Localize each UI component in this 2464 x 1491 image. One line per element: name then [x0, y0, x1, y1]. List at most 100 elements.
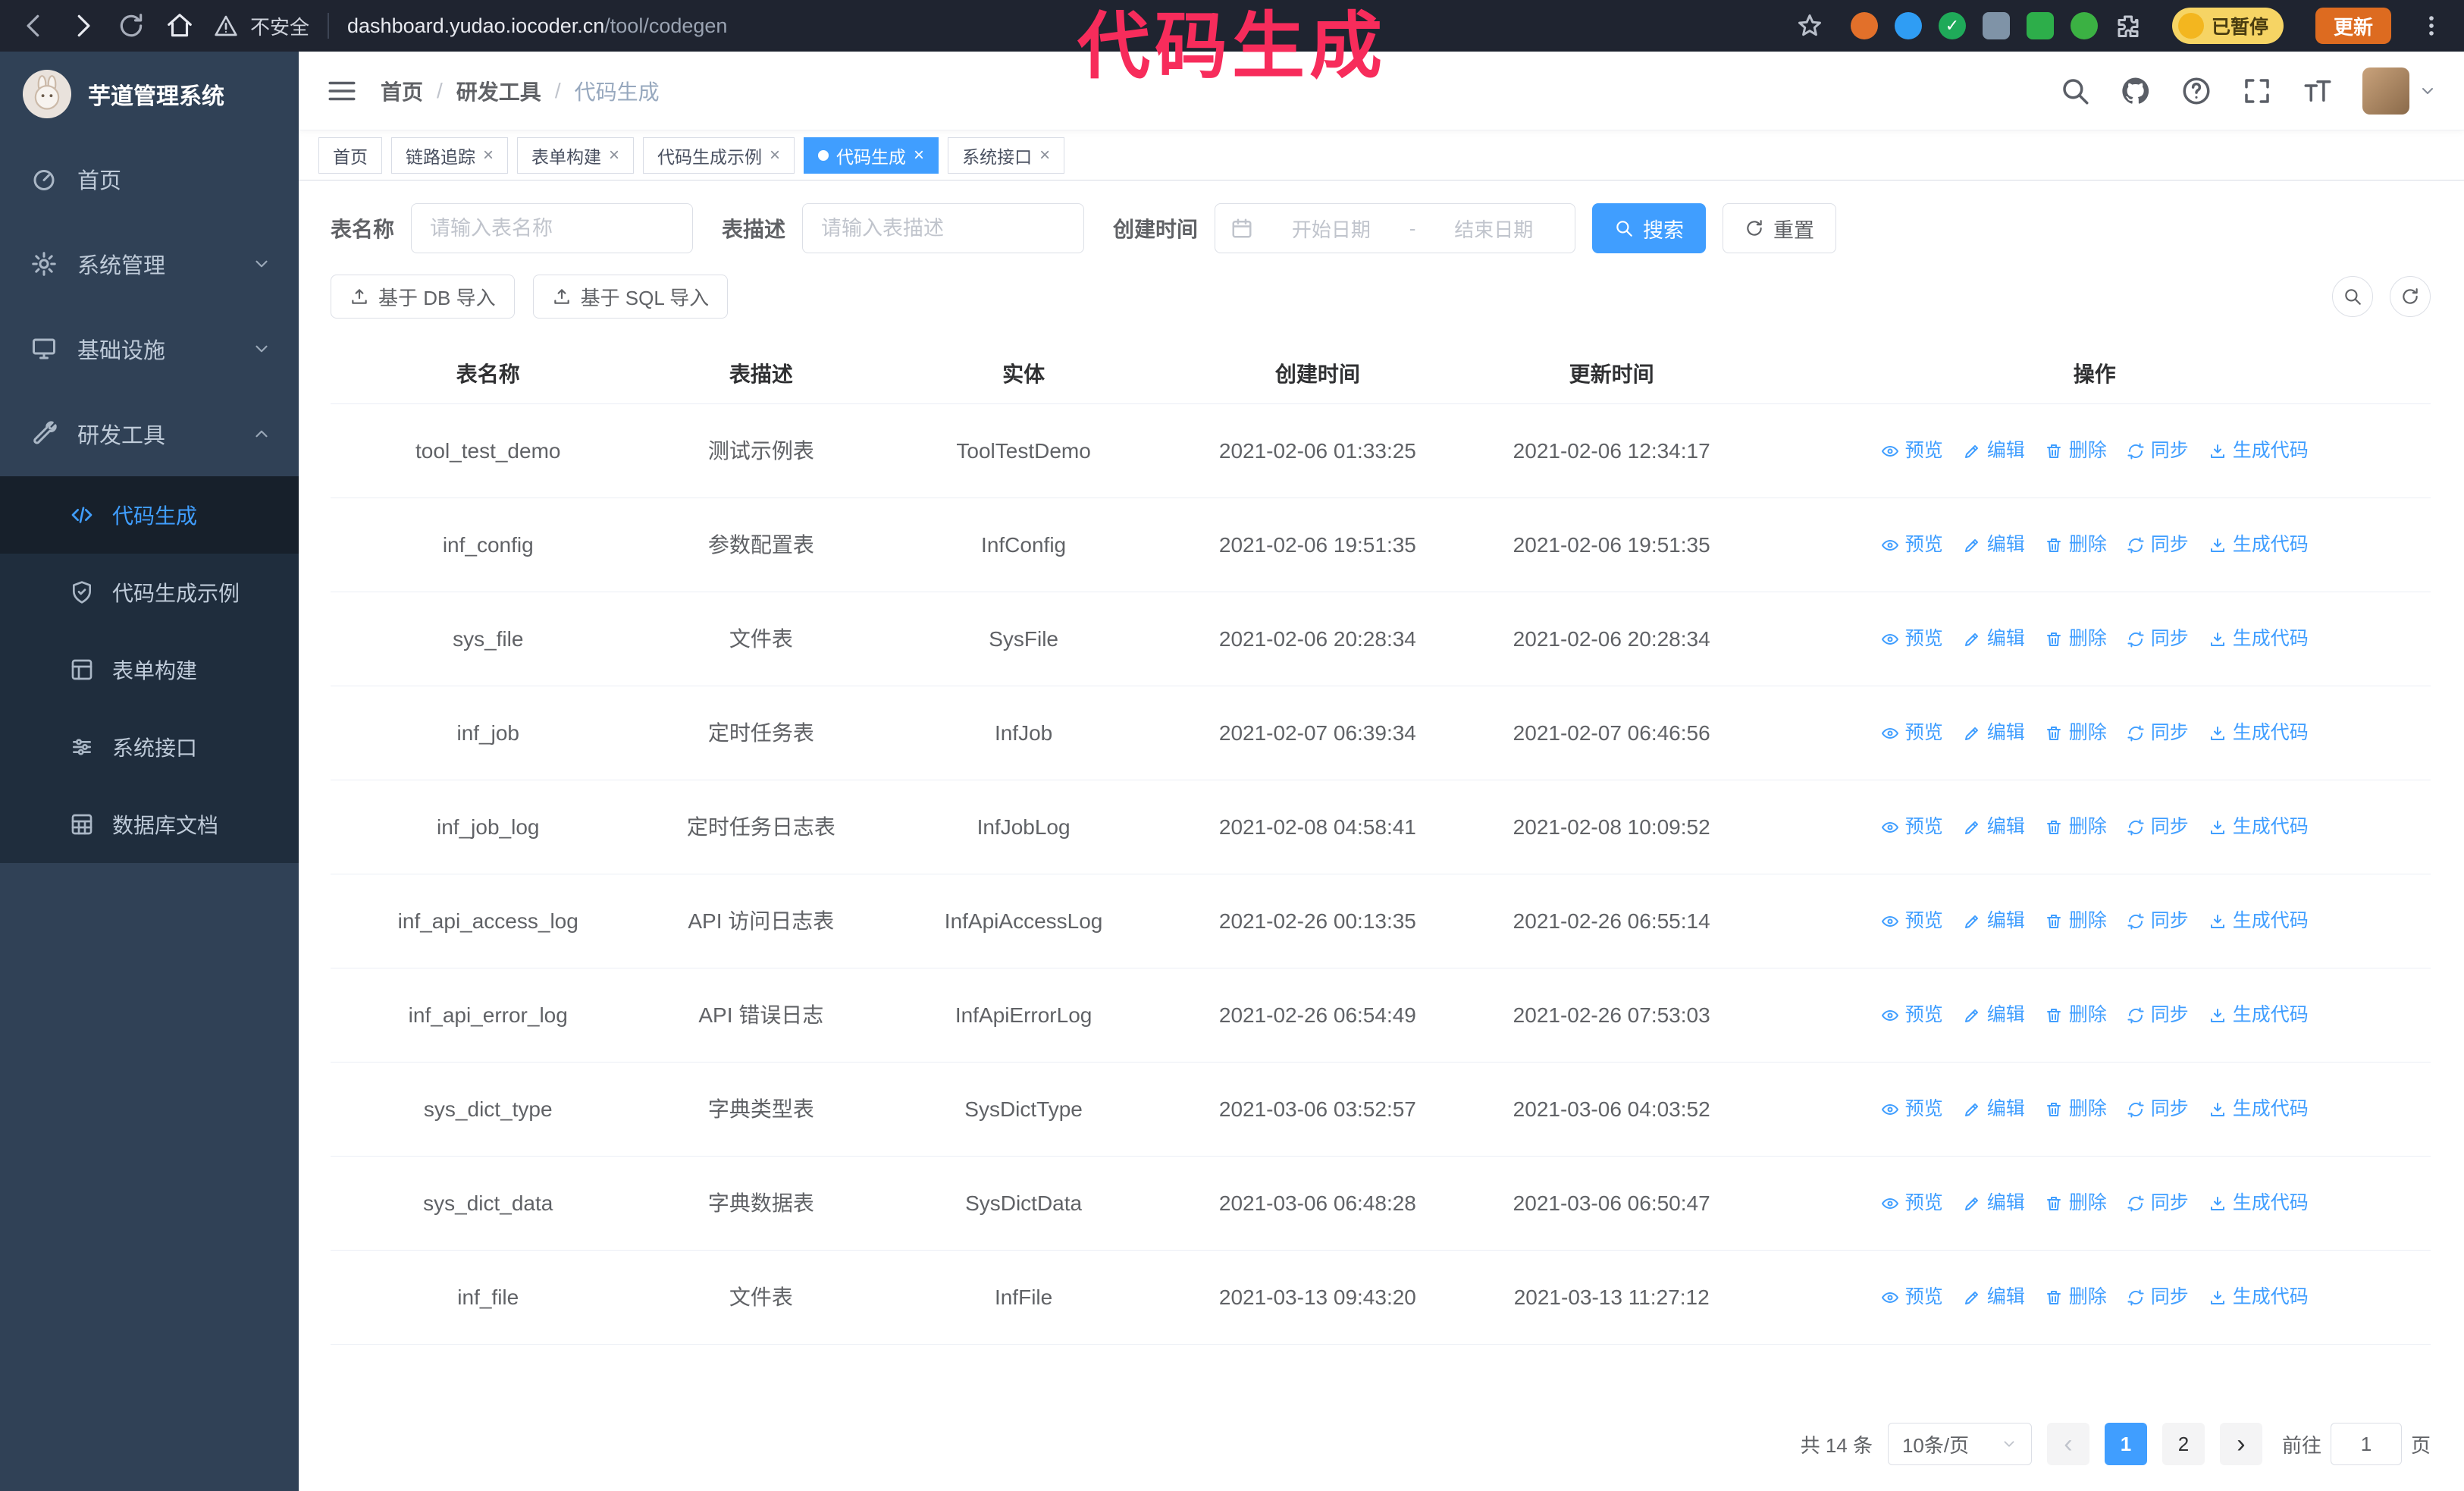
page-button-1[interactable]: 1: [2104, 1423, 2147, 1465]
delete-action[interactable]: 删除: [2045, 437, 2107, 466]
import-db-button[interactable]: 基于 DB 导入: [331, 275, 515, 319]
back-icon[interactable]: [20, 11, 49, 40]
help-icon[interactable]: [2180, 75, 2212, 107]
sync-action[interactable]: 同步: [2127, 813, 2189, 842]
tab-system-api[interactable]: 系统接口 ×: [948, 137, 1065, 174]
generate-code-action[interactable]: 生成代码: [2209, 813, 2309, 842]
table-name-input[interactable]: [411, 203, 694, 253]
generate-code-action[interactable]: 生成代码: [2209, 719, 2309, 748]
sync-action[interactable]: 同步: [2127, 907, 2189, 936]
import-sql-button[interactable]: 基于 SQL 导入: [532, 275, 729, 319]
search-icon[interactable]: [2059, 75, 2091, 107]
generate-code-action[interactable]: 生成代码: [2209, 625, 2309, 654]
url-text[interactable]: dashboard.yudao.iocoder.cn/tool/codegen: [347, 14, 727, 38]
goto-page-input[interactable]: [2330, 1423, 2402, 1465]
sidebar-item-codegen-example[interactable]: 代码生成示例: [0, 554, 299, 631]
generate-code-action[interactable]: 生成代码: [2209, 437, 2309, 466]
kebab-menu-icon[interactable]: [2419, 13, 2444, 39]
preview-action[interactable]: 预览: [1881, 1283, 1943, 1312]
preview-action[interactable]: 预览: [1881, 719, 1943, 748]
sync-action[interactable]: 同步: [2127, 437, 2189, 466]
update-button[interactable]: 更新: [2315, 8, 2391, 44]
hamburger-icon[interactable]: [326, 75, 358, 107]
address-bar[interactable]: 不安全 dashboard.yudao.iocoder.cn/tool/code…: [214, 12, 1823, 40]
generate-code-action[interactable]: 生成代码: [2209, 1283, 2309, 1312]
delete-action[interactable]: 删除: [2045, 1189, 2107, 1218]
edit-action[interactable]: 编辑: [1963, 1001, 2025, 1030]
date-start-placeholder[interactable]: 开始日期: [1265, 215, 1397, 243]
table-desc-input[interactable]: [802, 203, 1085, 253]
edit-action[interactable]: 编辑: [1963, 531, 2025, 560]
forward-icon[interactable]: [68, 11, 97, 40]
sidebar-item-system-api[interactable]: 系统接口: [0, 708, 299, 786]
delete-action[interactable]: 删除: [2045, 625, 2107, 654]
edit-action[interactable]: 编辑: [1963, 625, 2025, 654]
edit-action[interactable]: 编辑: [1963, 437, 2025, 466]
preview-action[interactable]: 预览: [1881, 813, 1943, 842]
app-logo[interactable]: 芋道管理系统: [0, 52, 299, 137]
font-size-icon[interactable]: [2302, 75, 2334, 107]
tab-home[interactable]: 首页: [318, 137, 382, 174]
sync-action[interactable]: 同步: [2127, 625, 2189, 654]
breadcrumb-devtools[interactable]: 研发工具: [456, 76, 541, 106]
sidebar-item-system[interactable]: 系统管理: [0, 221, 299, 306]
sidebar-item-infra[interactable]: 基础设施: [0, 306, 299, 391]
sidebar-item-codegen[interactable]: 代码生成: [0, 476, 299, 554]
sidebar-item-home[interactable]: 首页: [0, 137, 299, 221]
toggle-search-button[interactable]: [2332, 276, 2373, 317]
reload-icon[interactable]: [117, 11, 146, 40]
sync-action[interactable]: 同步: [2127, 1001, 2189, 1030]
preview-action[interactable]: 预览: [1881, 437, 1943, 466]
close-icon[interactable]: ×: [914, 146, 924, 165]
delete-action[interactable]: 删除: [2045, 813, 2107, 842]
sidebar-item-db-doc[interactable]: 数据库文档: [0, 786, 299, 863]
close-icon[interactable]: ×: [483, 146, 494, 165]
sync-action[interactable]: 同步: [2127, 719, 2189, 748]
extension-icon-leaf[interactable]: [2070, 12, 2098, 39]
tab-codegen-example[interactable]: 代码生成示例 ×: [643, 137, 795, 174]
fullscreen-icon[interactable]: [2241, 75, 2273, 107]
generate-code-action[interactable]: 生成代码: [2209, 531, 2309, 560]
date-end-placeholder[interactable]: 结束日期: [1428, 215, 1560, 243]
edit-action[interactable]: 编辑: [1963, 1283, 2025, 1312]
delete-action[interactable]: 删除: [2045, 907, 2107, 936]
extension-icon-badge[interactable]: [2026, 12, 2054, 39]
paused-badge[interactable]: 已暂停: [2171, 8, 2284, 44]
tab-codegen[interactable]: 代码生成 ×: [804, 137, 939, 174]
generate-code-action[interactable]: 生成代码: [2209, 907, 2309, 936]
next-page-button[interactable]: ›: [2219, 1423, 2262, 1465]
page-size-select[interactable]: 10条/页: [1887, 1423, 2032, 1465]
reset-button[interactable]: 重置: [1723, 203, 1837, 253]
close-icon[interactable]: ×: [1039, 146, 1050, 165]
extension-icon-orange[interactable]: [1850, 12, 1878, 39]
prev-page-button[interactable]: ‹: [2046, 1423, 2089, 1465]
github-icon[interactable]: [2120, 75, 2152, 107]
page-button-2[interactable]: 2: [2161, 1423, 2205, 1465]
preview-action[interactable]: 预览: [1881, 1095, 1943, 1124]
preview-action[interactable]: 预览: [1881, 907, 1943, 936]
tab-tracing[interactable]: 链路追踪 ×: [391, 137, 509, 174]
edit-action[interactable]: 编辑: [1963, 813, 2025, 842]
preview-action[interactable]: 预览: [1881, 1189, 1943, 1218]
generate-code-action[interactable]: 生成代码: [2209, 1001, 2309, 1030]
sync-action[interactable]: 同步: [2127, 531, 2189, 560]
delete-action[interactable]: 删除: [2045, 1001, 2107, 1030]
search-button[interactable]: 搜索: [1592, 203, 1707, 253]
delete-action[interactable]: 删除: [2045, 719, 2107, 748]
preview-action[interactable]: 预览: [1881, 1001, 1943, 1030]
sidebar-item-form-builder[interactable]: 表单构建: [0, 631, 299, 708]
home-icon[interactable]: [165, 11, 194, 40]
extensions-puzzle-icon[interactable]: [2114, 12, 2142, 39]
tab-form-builder[interactable]: 表单构建 ×: [517, 137, 635, 174]
generate-code-action[interactable]: 生成代码: [2209, 1095, 2309, 1124]
delete-action[interactable]: 删除: [2045, 531, 2107, 560]
generate-code-action[interactable]: 生成代码: [2209, 1189, 2309, 1218]
edit-action[interactable]: 编辑: [1963, 1095, 2025, 1124]
sidebar-item-devtools[interactable]: 研发工具: [0, 391, 299, 476]
bookmark-star-icon[interactable]: [1796, 12, 1823, 39]
extension-icon-users[interactable]: [1982, 12, 2010, 39]
delete-action[interactable]: 删除: [2045, 1095, 2107, 1124]
sync-action[interactable]: 同步: [2127, 1283, 2189, 1312]
extension-icon-blue[interactable]: [1894, 12, 1922, 39]
preview-action[interactable]: 预览: [1881, 531, 1943, 560]
